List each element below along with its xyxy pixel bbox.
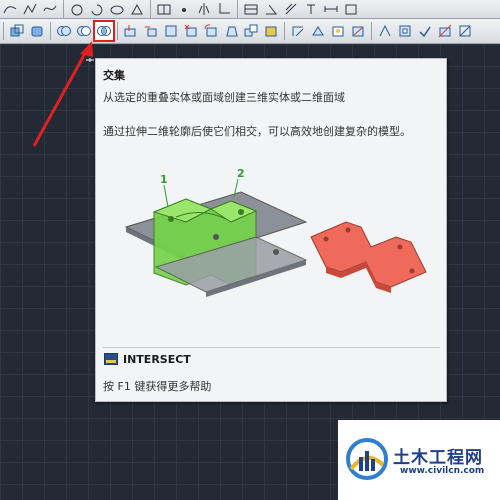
grid-tool-icon[interactable]	[155, 0, 173, 18]
crosshair-cursor	[86, 47, 94, 62]
angle-tool-icon[interactable]	[262, 0, 280, 18]
imprint-icon[interactable]	[329, 22, 347, 40]
arc-tool-icon[interactable]	[1, 0, 19, 18]
toolbar-solid-editing	[0, 19, 500, 44]
tooltip-command: INTERSECT	[123, 353, 191, 366]
watermark-logo-icon	[346, 438, 388, 480]
section-icon[interactable]	[456, 22, 474, 40]
command-icon	[104, 353, 118, 365]
copy-edges-icon[interactable]	[289, 22, 307, 40]
callout-1: 1	[160, 173, 168, 186]
tooltip-description: 从选定的重叠实体或面域创建三维实体或二维面域	[103, 91, 345, 104]
extrude-faces-icon[interactable]	[122, 22, 140, 40]
triangle-tool-icon[interactable]	[128, 0, 146, 18]
shell-icon[interactable]	[396, 22, 414, 40]
tooltip-help: 按 F1 键获得更多帮助	[103, 380, 212, 393]
subtract-icon[interactable]	[75, 22, 93, 40]
polyline-tool-icon[interactable]	[21, 0, 39, 18]
intersect-illustration: 1 2	[124, 167, 427, 297]
box-solid-icon[interactable]	[8, 22, 26, 40]
spline-tool-icon[interactable]	[41, 0, 59, 18]
offset-faces-icon[interactable]	[162, 22, 180, 40]
circle-tool-icon[interactable]	[68, 0, 86, 18]
color-faces-icon[interactable]	[262, 22, 280, 40]
tooltip-detail: 通过拉伸二维轮廓后使它们相交，可以高效地创建复杂的模型。	[103, 125, 411, 138]
union-icon[interactable]	[55, 22, 73, 40]
rotate-faces-icon[interactable]	[202, 22, 220, 40]
clean-icon[interactable]	[349, 22, 367, 40]
point-tool-icon[interactable]	[175, 0, 193, 18]
table-tool-icon[interactable]	[242, 0, 260, 18]
separate-icon[interactable]	[376, 22, 394, 40]
callout-2: 2	[237, 167, 245, 180]
move-faces-icon[interactable]	[142, 22, 160, 40]
check-icon[interactable]	[416, 22, 434, 40]
dimension-tool-icon[interactable]	[322, 0, 340, 18]
intersect-icon[interactable]	[93, 20, 115, 42]
color-edges-icon[interactable]	[309, 22, 327, 40]
toolbar-draw	[0, 0, 500, 19]
measure-tool-icon[interactable]	[342, 0, 360, 18]
hatch-tool-icon[interactable]	[282, 0, 300, 18]
rotate-tool-icon[interactable]	[88, 0, 106, 18]
text-tool-icon[interactable]	[302, 0, 320, 18]
tooltip-divider	[102, 347, 440, 348]
copy-faces-icon[interactable]	[242, 22, 260, 40]
slice-icon[interactable]	[436, 22, 454, 40]
taper-faces-icon[interactable]	[222, 22, 240, 40]
cylinder-solid-icon[interactable]	[28, 22, 46, 40]
tooltip-title: 交集	[103, 69, 125, 82]
ellipse-tool-icon[interactable]	[108, 0, 126, 18]
intersect-tooltip: 交集 从选定的重叠实体或面域创建三维实体或二维面域 通过拉伸二维轮廓后使它们相交…	[95, 58, 447, 402]
delete-faces-icon[interactable]	[182, 22, 200, 40]
crop-tool-icon[interactable]	[215, 0, 233, 18]
watermark-url: www.civilcn.com	[400, 466, 485, 476]
mirror-tool-icon[interactable]	[195, 0, 213, 18]
watermark-name: 土木工程网	[393, 448, 483, 468]
